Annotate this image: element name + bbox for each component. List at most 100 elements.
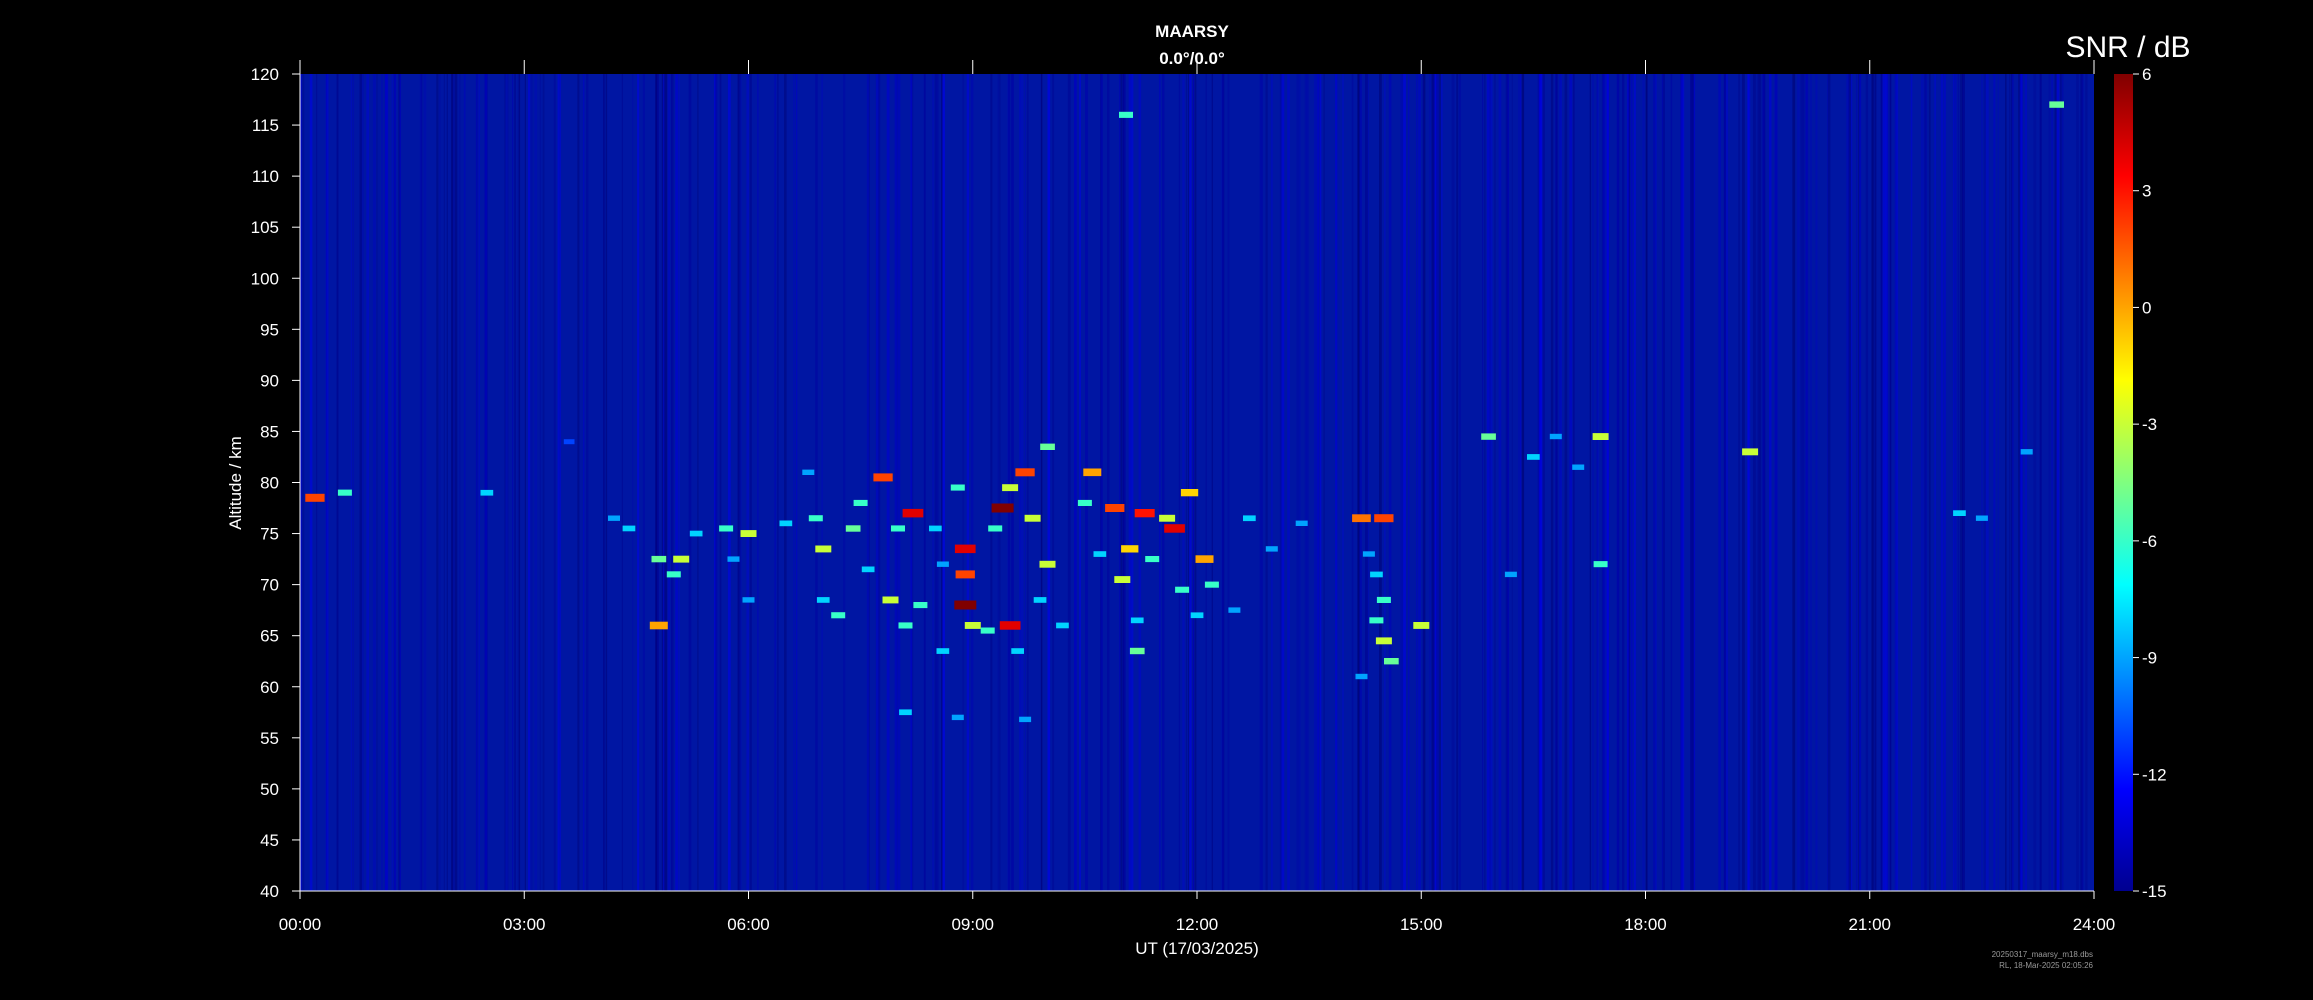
- noise-streak: [1810, 74, 1812, 891]
- noise-streak: [632, 74, 634, 891]
- noise-streak: [894, 74, 897, 891]
- echo-cell: [999, 621, 1021, 630]
- echo-cell: [980, 627, 995, 634]
- noise-streak: [2024, 74, 2027, 891]
- noise-streak: [1342, 74, 1344, 891]
- echo-cell: [1375, 637, 1392, 645]
- noise-streak: [2048, 74, 2051, 891]
- echo-cell: [929, 525, 942, 532]
- colorbar-tick-label: -9: [2142, 649, 2157, 668]
- noise-streak: [1019, 74, 1021, 891]
- echo-cell: [853, 499, 868, 506]
- noise-streak: [1815, 74, 1818, 891]
- noise-streak: [534, 74, 538, 891]
- y-tick-label: 90: [260, 371, 279, 390]
- noise-streak: [1122, 74, 1125, 891]
- y-tick-label: 115: [252, 116, 279, 135]
- noise-streak: [1661, 74, 1663, 891]
- noise-streak: [582, 74, 585, 891]
- y-tick-label: 85: [260, 422, 279, 441]
- noise-streak: [1606, 74, 1609, 891]
- noise-streak: [999, 74, 1001, 891]
- noise-streak: [932, 74, 935, 891]
- noise-streak: [1416, 74, 1418, 891]
- noise-streak: [454, 74, 458, 891]
- noise-streak: [1521, 74, 1525, 891]
- noise-streak: [1511, 74, 1513, 891]
- echo-cell: [1374, 514, 1394, 523]
- noise-streak: [815, 74, 818, 891]
- echo-cell: [1077, 499, 1092, 506]
- noise-streak: [1121, 74, 1123, 891]
- noise-streak: [1026, 74, 1029, 891]
- noise-streak: [642, 74, 645, 891]
- echo-cell: [1504, 571, 1517, 578]
- noise-streak: [459, 74, 461, 891]
- noise-streak: [381, 74, 383, 891]
- noise-streak: [1281, 74, 1285, 891]
- noise-streak: [1859, 74, 1862, 891]
- noise-streak: [1123, 74, 1126, 891]
- echo-cell: [1384, 658, 1399, 665]
- noise-streak: [1550, 74, 1554, 891]
- echo-cell: [779, 520, 793, 527]
- noise-streak: [1100, 74, 1103, 891]
- noise-streak: [376, 74, 378, 891]
- noise-streak: [970, 74, 974, 891]
- noise-streak: [1162, 74, 1165, 891]
- noise-streak: [372, 74, 376, 891]
- noise-streak: [1222, 74, 1225, 891]
- echo-cell: [1119, 111, 1133, 118]
- noise-streak: [1887, 74, 1889, 891]
- noise-streak: [688, 74, 692, 891]
- noise-streak: [936, 74, 939, 891]
- echo-cell: [1083, 468, 1102, 477]
- y-tick-label: 70: [260, 576, 279, 595]
- echo-cell: [1180, 489, 1199, 497]
- noise-streak: [1484, 74, 1486, 891]
- noise-streak: [542, 74, 545, 891]
- echo-cell: [815, 545, 832, 553]
- echo-cell: [305, 493, 325, 502]
- colorbar-tick-label: 6: [2142, 65, 2151, 84]
- noise-streak: [1592, 74, 1594, 891]
- echo-cell: [936, 648, 950, 654]
- noise-streak: [793, 74, 795, 891]
- echo-cell: [1975, 515, 1988, 521]
- echo-cell: [1228, 607, 1241, 613]
- noise-streak: [1270, 74, 1273, 891]
- noise-streak: [719, 74, 722, 891]
- noise-streak: [605, 74, 608, 891]
- echo-cell: [1011, 648, 1024, 654]
- y-tick-label: 40: [260, 882, 279, 901]
- echo-cell: [1039, 560, 1056, 568]
- noise-streak: [1379, 74, 1382, 891]
- colorbar-tick-label: -12: [2142, 765, 2167, 784]
- noise-streak: [2056, 74, 2060, 891]
- noise-streak: [1983, 74, 1987, 891]
- noise-streak: [1792, 74, 1796, 891]
- noise-streak: [1896, 74, 1899, 891]
- echo-cell: [913, 602, 928, 609]
- noise-streak: [1774, 74, 1778, 891]
- echo-cell: [1056, 622, 1069, 629]
- noise-streak: [1602, 74, 1605, 891]
- noise-streak: [821, 74, 823, 891]
- noise-streak: [1801, 74, 1805, 891]
- noise-streak: [934, 74, 937, 891]
- noise-streak: [795, 74, 798, 891]
- noise-streak: [1874, 74, 1877, 891]
- noise-streak: [740, 74, 742, 891]
- noise-streak: [1403, 74, 1406, 891]
- noise-streak: [1351, 74, 1354, 891]
- echo-cell: [2020, 449, 2033, 455]
- echo-cell: [1953, 510, 1966, 516]
- noise-streak: [2080, 74, 2083, 891]
- noise-streak: [1724, 74, 1726, 891]
- echo-cell: [649, 621, 668, 630]
- noise-streak: [1040, 74, 1043, 891]
- noise-streak: [1186, 74, 1188, 891]
- noise-streak: [302, 74, 305, 891]
- noise-streak: [1011, 74, 1014, 891]
- noise-streak: [350, 74, 352, 891]
